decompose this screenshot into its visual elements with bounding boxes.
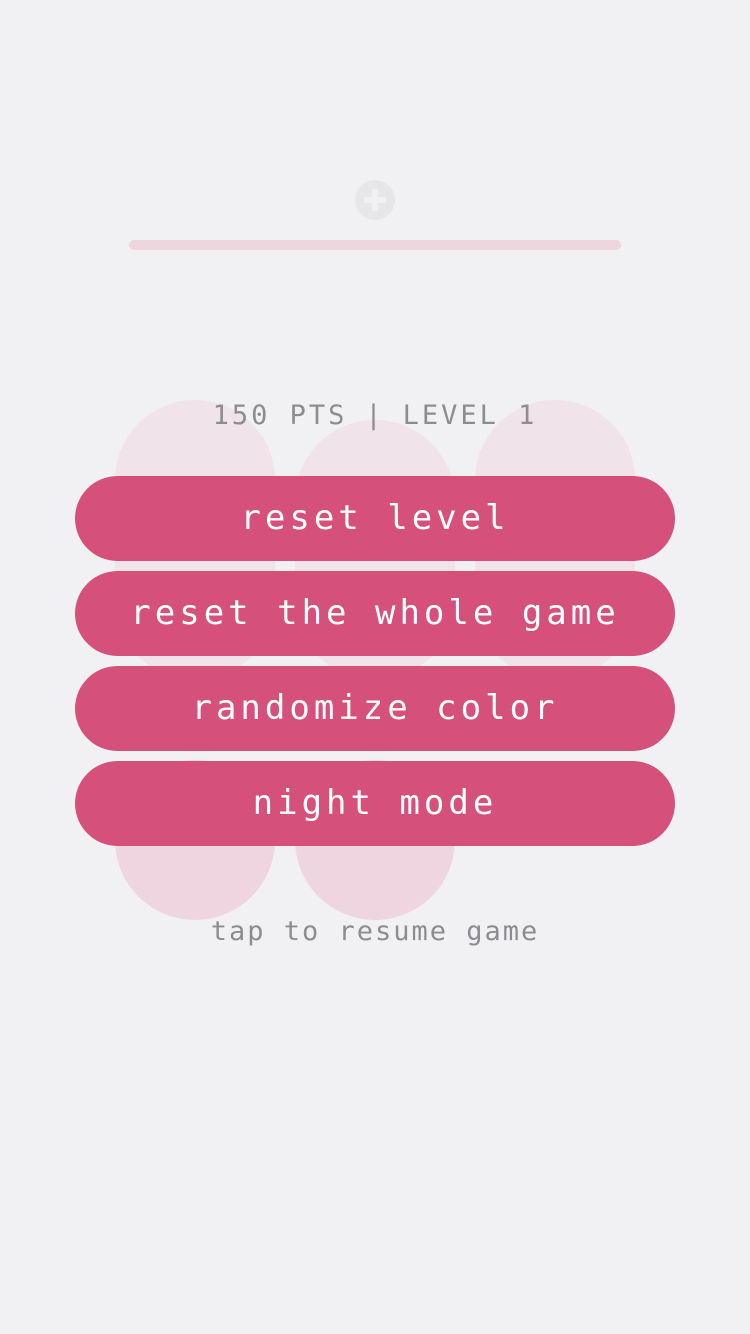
resume-hint[interactable]: tap to resume game — [0, 916, 750, 947]
plus-circle-icon — [355, 180, 395, 220]
score-status: 150 PTS | LEVEL 1 — [0, 400, 750, 431]
randomize-color-button[interactable]: randomize color — [75, 666, 675, 751]
points-label: 150 PTS — [212, 400, 348, 431]
level-label: LEVEL 1 — [402, 400, 538, 431]
score-separator: | — [365, 400, 385, 431]
progress-bar — [129, 240, 621, 250]
reset-level-button[interactable]: reset level — [75, 476, 675, 561]
night-mode-button[interactable]: night mode — [75, 761, 675, 846]
plus-bar-vertical — [372, 189, 378, 211]
reset-game-button[interactable]: reset the whole game — [75, 571, 675, 656]
progress-fill — [129, 240, 621, 250]
